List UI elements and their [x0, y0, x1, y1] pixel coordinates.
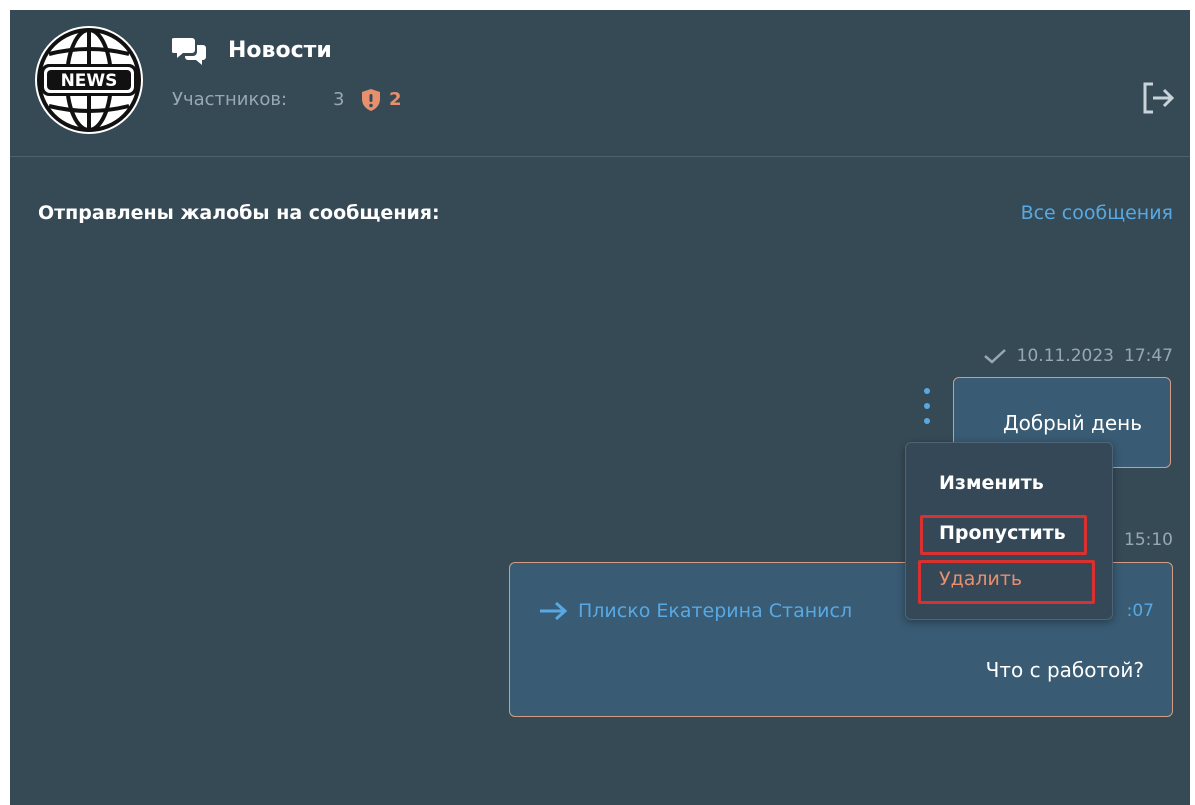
exit-icon[interactable] [1139, 80, 1175, 116]
more-vertical-icon[interactable] [915, 386, 939, 430]
chat-header: NEWS Новости Участников: 3 2 [10, 10, 1190, 156]
avatar-text: NEWS [61, 71, 118, 91]
members-label: Участников: [172, 89, 288, 110]
message-meta: 10.11.2023 17:47 [983, 343, 1173, 369]
forwarded-time: :07 [1126, 601, 1154, 621]
shield-alert-icon [362, 89, 380, 111]
forwarded-author[interactable]: Плиско Екатерина Станисл [578, 597, 852, 625]
forwarded-header: Плиско Екатерина Станисл [538, 597, 852, 625]
context-menu: Изменить Пропустить Удалить [905, 442, 1113, 620]
all-messages-link[interactable]: Все сообщения [1021, 198, 1173, 228]
message-time: 17:47 [1124, 346, 1173, 366]
check-icon [983, 349, 1006, 364]
chat-title: Новости [228, 38, 332, 63]
news-globe-icon: NEWS [37, 28, 141, 132]
menu-item-edit[interactable]: Изменить [939, 469, 1044, 497]
reports-count: 2 [389, 89, 402, 110]
message-date: 10.11.2023 [1016, 346, 1114, 366]
chat-avatar: NEWS [35, 26, 143, 134]
menu-item-delete[interactable]: Удалить [939, 565, 1022, 593]
chat-bubbles-icon [172, 38, 206, 65]
message-time: 15:10 [1124, 530, 1173, 550]
members-count: 3 [333, 89, 345, 110]
chat-panel: NEWS Новости Участников: 3 2 Отправлены … [10, 10, 1190, 805]
menu-item-skip[interactable]: Пропустить [939, 519, 1066, 547]
header-divider [10, 156, 1190, 157]
forward-arrow-icon [540, 601, 568, 621]
message-text: Добрый день [1002, 411, 1142, 435]
message-text: Что с работой? [985, 658, 1144, 682]
complaints-title: Отправлены жалобы на сообщения: [38, 202, 440, 224]
